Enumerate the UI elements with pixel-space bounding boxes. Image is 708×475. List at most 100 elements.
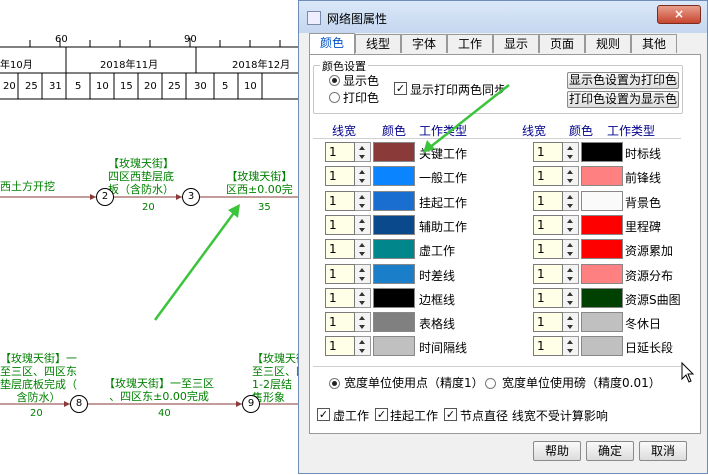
right-color-swatch[interactable]	[581, 287, 623, 308]
spinner-arrows[interactable]	[563, 312, 579, 333]
dummy-work-checkbox[interactable]: ✓	[317, 408, 330, 421]
spin-up-icon[interactable]	[567, 243, 573, 248]
spinner-arrows[interactable]	[355, 142, 371, 162]
right-width-spinner[interactable]: 1	[533, 263, 579, 284]
spin-down-icon[interactable]	[359, 252, 365, 257]
left-color-swatch[interactable]	[373, 263, 415, 284]
spinner-arrows[interactable]	[355, 166, 371, 187]
ok-button[interactable]: 确定	[586, 441, 634, 461]
left-width-spinner[interactable]: 1	[325, 263, 371, 284]
right-width-spinner[interactable]: 1	[533, 336, 579, 357]
spin-down-icon[interactable]	[359, 276, 365, 281]
width-value[interactable]: 1	[325, 312, 355, 333]
spin-down-icon[interactable]	[567, 252, 573, 257]
spin-up-icon[interactable]	[567, 316, 573, 321]
left-width-spinner[interactable]: 1	[325, 336, 371, 357]
right-width-spinner[interactable]: 1	[533, 312, 579, 333]
spinner-arrows[interactable]	[355, 336, 371, 357]
right-color-swatch[interactable]	[581, 336, 623, 357]
network-node[interactable]: 9	[242, 395, 260, 413]
width-value[interactable]: 1	[325, 142, 355, 162]
unit-point-radio[interactable]	[329, 378, 340, 389]
width-value[interactable]: 1	[325, 166, 355, 187]
right-color-swatch[interactable]	[581, 312, 623, 333]
right-color-swatch[interactable]	[581, 190, 623, 211]
spin-down-icon[interactable]	[567, 203, 573, 208]
dummy-work-label[interactable]: 虚工作	[333, 407, 369, 424]
spin-up-icon[interactable]	[359, 291, 365, 296]
left-color-swatch[interactable]	[373, 214, 415, 235]
right-width-spinner[interactable]: 1	[533, 190, 579, 211]
display-to-print-button[interactable]: 显示色设置为打印色	[567, 72, 679, 89]
width-value[interactable]: 1	[325, 287, 355, 308]
tab-line-type[interactable]: 线型	[355, 34, 401, 53]
left-color-swatch[interactable]	[373, 312, 415, 333]
right-width-spinner[interactable]: 1	[533, 214, 579, 235]
width-value[interactable]: 1	[533, 312, 563, 333]
spin-up-icon[interactable]	[359, 267, 365, 272]
width-value[interactable]: 1	[325, 263, 355, 284]
suspend-work-checkbox[interactable]: ✓	[375, 408, 388, 421]
task-label[interactable]: 【玫瑰天街】 四区西垫层底 板（含防水）	[108, 157, 174, 196]
spinner-arrows[interactable]	[563, 142, 579, 162]
spin-down-icon[interactable]	[359, 155, 365, 159]
tab-other[interactable]: 其他	[631, 34, 677, 53]
left-color-swatch[interactable]	[373, 239, 415, 260]
close-button[interactable]: ×	[657, 5, 701, 24]
unit-point-label[interactable]: 宽度单位使用点（精度1）	[344, 374, 484, 391]
width-value[interactable]: 1	[533, 336, 563, 357]
width-value[interactable]: 1	[533, 190, 563, 211]
spin-up-icon[interactable]	[567, 218, 573, 223]
right-width-spinner[interactable]: 1	[533, 239, 579, 260]
print-to-display-button[interactable]: 打印色设置为显示色	[567, 91, 679, 108]
sync-colors-checkbox[interactable]: ✓	[394, 82, 407, 95]
tab-page[interactable]: 页面	[539, 34, 585, 53]
print-color-label[interactable]: 打印色	[343, 89, 379, 106]
spin-up-icon[interactable]	[567, 340, 573, 345]
spin-up-icon[interactable]	[567, 146, 573, 150]
task-label[interactable]: 西土方开挖	[0, 180, 55, 193]
print-color-radio[interactable]	[329, 92, 340, 103]
spinner-arrows[interactable]	[563, 239, 579, 260]
spin-up-icon[interactable]	[567, 267, 573, 272]
task-label[interactable]: 【玫瑰天街】一 至三区、四区东 垫层底板完成（ 含防水）	[0, 352, 77, 404]
width-value[interactable]: 1	[533, 263, 563, 284]
left-color-swatch[interactable]	[373, 336, 415, 357]
spinner-arrows[interactable]	[355, 263, 371, 284]
width-value[interactable]: 1	[533, 142, 563, 162]
left-color-swatch[interactable]	[373, 166, 415, 187]
spin-up-icon[interactable]	[359, 194, 365, 199]
right-color-swatch[interactable]	[581, 239, 623, 260]
unit-mm-radio[interactable]	[485, 378, 496, 389]
spin-up-icon[interactable]	[567, 194, 573, 199]
spin-down-icon[interactable]	[567, 300, 573, 305]
spin-down-icon[interactable]	[567, 179, 573, 184]
tab-display[interactable]: 显示	[493, 34, 539, 53]
spin-down-icon[interactable]	[567, 227, 573, 232]
left-color-swatch[interactable]	[373, 190, 415, 211]
cancel-button[interactable]: 取消	[639, 441, 687, 461]
spin-up-icon[interactable]	[359, 218, 365, 223]
right-color-swatch[interactable]	[581, 263, 623, 284]
spinner-arrows[interactable]	[355, 214, 371, 235]
tab-color[interactable]: 颜色	[309, 33, 355, 54]
spinner-arrows[interactable]	[563, 263, 579, 284]
right-width-spinner[interactable]: 1	[533, 142, 579, 162]
unit-mm-label[interactable]: 宽度单位使用磅（精度0.01）	[502, 374, 661, 391]
task-label[interactable]: 【玫瑰天街】一至三区 、四区东±0.00完成	[104, 377, 214, 403]
spinner-arrows[interactable]	[355, 312, 371, 333]
spin-down-icon[interactable]	[359, 325, 365, 330]
left-width-spinner[interactable]: 1	[325, 166, 371, 187]
spinner-arrows[interactable]	[355, 239, 371, 260]
right-width-spinner[interactable]: 1	[533, 287, 579, 308]
left-width-spinner[interactable]: 1	[325, 287, 371, 308]
left-width-spinner[interactable]: 1	[325, 142, 371, 162]
dialog-titlebar[interactable]: 网络图属性 ×	[299, 1, 707, 33]
right-color-swatch[interactable]	[581, 166, 623, 187]
spin-up-icon[interactable]	[567, 291, 573, 296]
network-node[interactable]: 3	[182, 188, 200, 206]
spinner-arrows[interactable]	[563, 336, 579, 357]
width-value[interactable]: 1	[325, 336, 355, 357]
tab-rules[interactable]: 规则	[585, 34, 631, 53]
left-color-swatch[interactable]	[373, 287, 415, 308]
